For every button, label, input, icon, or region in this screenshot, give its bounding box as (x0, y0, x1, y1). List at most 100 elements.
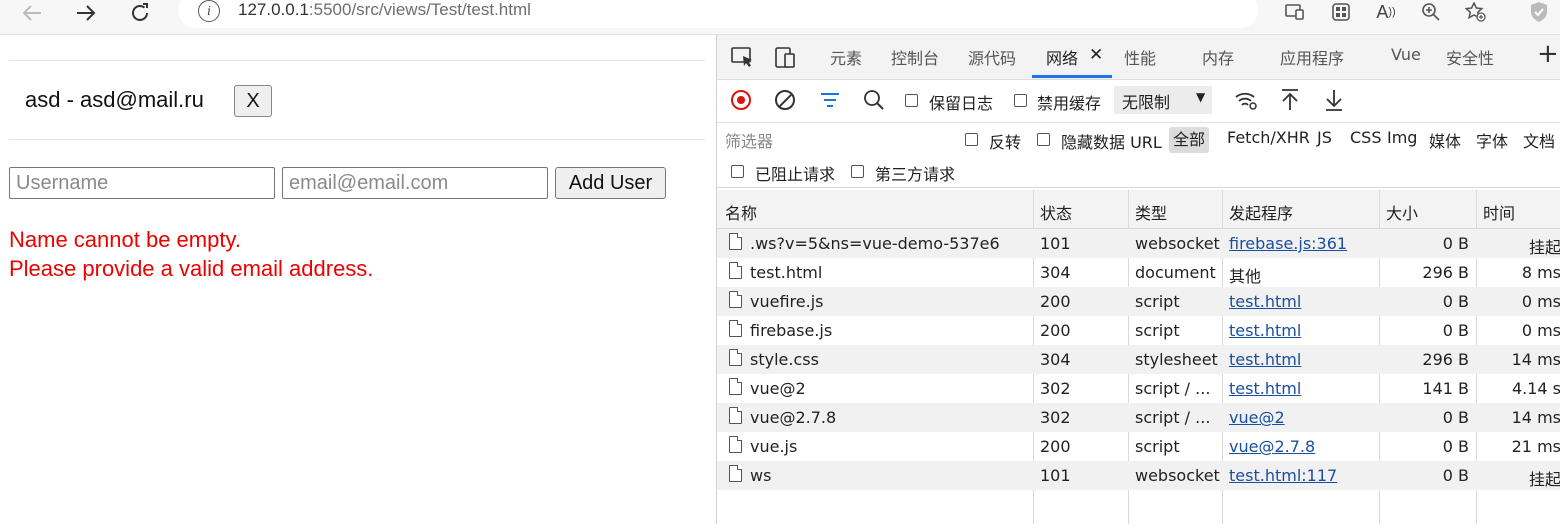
throttling-select[interactable]: 无限制 ▼ (1114, 86, 1212, 114)
column-name[interactable]: 名称 (725, 200, 757, 224)
invert-checkbox[interactable] (965, 133, 978, 146)
blocked-requests-checkbox[interactable] (731, 165, 744, 178)
page-content: asd - asd@mail.ru X Add User Name cannot… (0, 35, 716, 524)
close-tab-icon[interactable]: ✕ (1089, 45, 1103, 65)
network-filter-bar: 反转 隐藏数据 URL 全部 Fetch/XHR JS CSS Img 媒体 字… (717, 123, 1560, 188)
request-name[interactable]: vuefire.js (750, 292, 1030, 311)
request-name[interactable]: ws (750, 466, 1030, 485)
table-row[interactable]: vuefire.js 200 script test.html 0 B 0 ms (717, 287, 1560, 316)
filter-type-img[interactable]: Img (1387, 128, 1417, 147)
request-initiator[interactable]: test.html (1229, 321, 1377, 340)
username-input[interactable] (9, 167, 275, 199)
import-har-icon[interactable] (1279, 88, 1301, 116)
request-status: 200 (1040, 292, 1071, 311)
devtools-tabbar: 元素 控制台 源代码 网络 ✕ 性能 内存 应用程序 Vue 安全性 + (717, 35, 1560, 80)
inspect-element-icon[interactable] (731, 47, 755, 69)
request-size: 0 B (1442, 234, 1469, 253)
filter-input[interactable] (725, 128, 945, 154)
device-emulation-icon[interactable] (774, 47, 798, 69)
divider (9, 60, 705, 61)
devtools-panel: 元素 控制台 源代码 网络 ✕ 性能 内存 应用程序 Vue 安全性 + 保留日… (716, 35, 1560, 524)
favorite-add-icon[interactable] (1465, 0, 1487, 24)
third-party-checkbox[interactable] (851, 165, 864, 178)
reload-icon[interactable] (128, 0, 154, 26)
column-type[interactable]: 类型 (1135, 200, 1167, 224)
column-initiator[interactable]: 发起程序 (1229, 200, 1293, 224)
request-name[interactable]: firebase.js (750, 321, 1030, 340)
export-har-icon[interactable] (1323, 88, 1345, 116)
tab-elements[interactable]: 元素 (830, 45, 862, 69)
tab-performance[interactable]: 性能 (1124, 45, 1156, 69)
filter-type-css[interactable]: CSS (1350, 128, 1381, 147)
table-row[interactable]: style.css 304 stylesheet test.html 296 B 14 m… (717, 345, 1560, 374)
tab-network[interactable]: 网络 (1046, 45, 1078, 69)
remove-user-button[interactable]: X (234, 85, 272, 117)
request-initiator[interactable]: test.html (1229, 379, 1377, 398)
throttling-value: 无限制 (1122, 93, 1171, 112)
hide-data-urls-checkbox[interactable] (1037, 133, 1050, 146)
email-error-message: Please provide a valid email address. (9, 256, 374, 281)
column-time[interactable]: 时间 (1483, 200, 1515, 224)
back-arrow-icon[interactable] (19, 0, 45, 26)
filter-type-fetch[interactable]: Fetch/XHR (1227, 128, 1310, 147)
filter-type-font[interactable]: 字体 (1476, 128, 1508, 152)
request-name[interactable]: .ws?v=5&ns=vue-demo-537e6 (750, 234, 1030, 253)
request-type: script (1135, 321, 1180, 340)
record-icon[interactable] (731, 90, 751, 110)
table-row[interactable]: .ws?v=5&ns=vue-demo-537e6 101 websocket fir… (717, 229, 1560, 258)
table-row[interactable]: firebase.js 200 script test.html 0 B 0 ms (717, 316, 1560, 345)
filter-type-all[interactable]: 全部 (1169, 127, 1209, 153)
email-input[interactable] (282, 167, 548, 199)
add-user-button[interactable]: Add User (555, 167, 666, 199)
url-text[interactable]: 127.0.0.1:5500/src/views/Test/test.html (238, 0, 531, 20)
column-status[interactable]: 状态 (1040, 200, 1072, 224)
network-conditions-icon[interactable] (1234, 89, 1258, 115)
tab-security[interactable]: 安全性 (1446, 45, 1494, 69)
tab-application[interactable]: 应用程序 (1280, 45, 1344, 69)
search-icon[interactable] (863, 89, 885, 115)
request-initiator[interactable]: test.html (1229, 350, 1377, 369)
disable-cache-checkbox[interactable] (1014, 94, 1027, 107)
filter-type-doc[interactable]: 文档 (1523, 128, 1555, 152)
read-aloud-icon[interactable]: A)) (1375, 0, 1397, 24)
request-initiator[interactable]: vue@2 (1229, 408, 1377, 427)
preserve-log-checkbox[interactable] (905, 94, 918, 107)
browser-essentials-icon[interactable] (1528, 0, 1550, 24)
request-name[interactable]: vue.js (750, 437, 1030, 456)
app-available-icon[interactable] (1284, 0, 1306, 24)
request-name[interactable]: vue@2.7.8 (750, 408, 1030, 427)
request-initiator[interactable]: firebase.js:361 (1229, 234, 1377, 253)
tab-sources[interactable]: 源代码 (968, 45, 1016, 69)
tab-vue[interactable]: Vue (1391, 45, 1421, 64)
table-row[interactable]: vue@2.7.8 302 script / ... vue@2 0 B 14 ms (717, 403, 1560, 432)
table-row[interactable]: vue.js 200 script vue@2.7.8 0 B 21 ms (717, 432, 1560, 461)
file-icon (729, 262, 742, 279)
extensions-icon[interactable] (1330, 0, 1352, 24)
table-row[interactable]: vue@2 302 script / ... test.html 141 B 4.14 s (717, 374, 1560, 403)
tab-console[interactable]: 控制台 (891, 45, 939, 69)
tab-memory[interactable]: 内存 (1202, 45, 1234, 69)
add-tab-icon[interactable]: + (1537, 39, 1559, 69)
filter-type-media[interactable]: 媒体 (1429, 128, 1461, 152)
forward-arrow-icon[interactable] (73, 0, 99, 26)
request-name[interactable]: vue@2 (750, 379, 1030, 398)
request-initiator[interactable]: test.html:117 (1229, 466, 1377, 485)
request-name[interactable]: style.css (750, 350, 1030, 369)
request-initiator[interactable]: test.html (1229, 292, 1377, 311)
table-row[interactable]: ws 101 websocket test.html:117 0 B 挂起 (717, 461, 1560, 490)
request-name[interactable]: test.html (750, 263, 1030, 282)
filter-type-js[interactable]: JS (1317, 128, 1332, 147)
filter-icon[interactable] (819, 91, 841, 113)
zoom-icon[interactable] (1420, 0, 1442, 24)
file-icon (729, 378, 742, 395)
info-icon[interactable]: i (198, 0, 220, 22)
browser-toolbar: i 127.0.0.1:5500/src/views/Test/test.htm… (0, 0, 1560, 35)
request-initiator[interactable]: vue@2.7.8 (1229, 437, 1377, 456)
request-status: 200 (1040, 321, 1071, 340)
request-size: 141 B (1422, 379, 1469, 398)
column-size[interactable]: 大小 (1386, 200, 1418, 224)
table-row[interactable]: test.html 304 document 其他 296 B 8 ms (717, 258, 1560, 287)
file-icon (729, 407, 742, 424)
file-icon (729, 233, 742, 250)
clear-icon[interactable] (775, 90, 795, 110)
